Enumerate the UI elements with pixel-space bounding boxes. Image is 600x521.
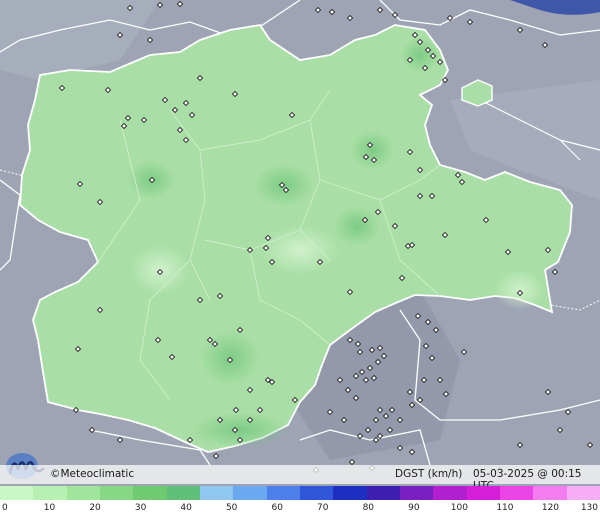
color-scale-swatch	[499, 486, 534, 500]
color-scale-tick: 50	[225, 503, 238, 513]
at-label: @	[537, 468, 548, 480]
color-scale-legend: 0 10 20 30 40 50 60 70 80 90 100 110 120 130	[0, 486, 600, 521]
color-scale-swatch	[366, 486, 400, 500]
date-label: 05-03-2025	[473, 468, 535, 480]
color-scale-swatch	[99, 486, 134, 500]
color-scale-tick: 30	[134, 503, 147, 513]
color-scale-swatch	[233, 486, 267, 500]
color-scale-swatch	[266, 486, 300, 500]
color-scale-swatch	[299, 486, 334, 500]
map-canvas	[0, 0, 600, 486]
color-scale-tick: 90	[408, 503, 420, 513]
color-scale-tick: 110	[496, 503, 514, 513]
color-scale-swatch	[166, 486, 200, 500]
color-scale-tick: 100	[450, 503, 468, 513]
color-scale-swatch	[133, 486, 167, 500]
color-scale-tick: 20	[89, 503, 101, 513]
color-scale-tick: 60	[271, 503, 283, 513]
color-scale-swatch	[566, 486, 600, 500]
color-scale-tick: 40	[180, 503, 192, 513]
color-scale-swatch	[533, 486, 567, 500]
color-scale-tick: 80	[362, 503, 375, 513]
color-scale-tick: 0	[2, 503, 8, 513]
weather-map: ©Meteoclimatic DGST (km/h) 05-03-2025 @ …	[0, 0, 600, 521]
color-scale-swatch	[199, 486, 234, 500]
map-caption: ©Meteoclimatic DGST (km/h) 05-03-2025 @ …	[0, 465, 600, 492]
color-scale-bar	[0, 486, 600, 500]
color-scale-tick: 70	[317, 503, 329, 513]
color-scale-swatch	[466, 486, 500, 500]
color-scale-swatch	[399, 486, 434, 500]
color-scale-ticks: 0 10 20 30 40 50 60 70 80 90 100 110 120 130	[0, 502, 600, 516]
color-scale-swatch	[0, 486, 34, 500]
brand-label: ©Meteoclimatic	[50, 468, 135, 480]
color-scale-swatch	[333, 486, 367, 500]
color-scale-swatch	[33, 486, 67, 500]
variable-label: DGST (km/h)	[395, 468, 463, 480]
color-scale-tick: 120	[541, 503, 560, 513]
color-scale-swatch	[66, 486, 100, 500]
wind-patch	[333, 206, 381, 246]
color-scale-tick: 10	[43, 503, 56, 513]
color-scale-tick: 130	[580, 503, 598, 513]
color-scale-swatch	[433, 486, 467, 500]
wind-patch	[260, 225, 340, 275]
wind-patch	[350, 130, 394, 170]
